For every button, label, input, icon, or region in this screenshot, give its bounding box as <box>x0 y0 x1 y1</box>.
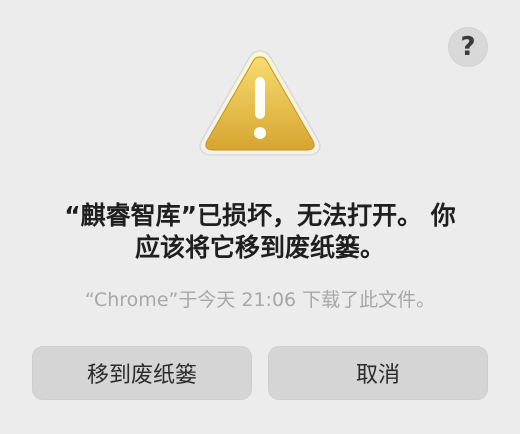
download-info-text: “Chrome”于今天 21:06 下载了此文件。 <box>84 289 436 311</box>
help-question-icon: ? <box>460 32 476 62</box>
damaged-app-alert-dialog: ? “麒睿智库”已损坏，无法打开。 你 应该将它移到废纸篓。 “Chrome”于… <box>0 0 520 434</box>
warning-triangle-icon <box>199 50 321 156</box>
cancel-button[interactable]: 取消 <box>268 346 488 400</box>
alert-title-line-1: “麒睿智库”已损坏，无法打开。 你 <box>64 201 456 230</box>
move-to-trash-label: 移到废纸篓 <box>86 363 197 388</box>
alert-title-line-2: 应该将它移到废纸篓。 <box>134 233 385 262</box>
move-to-trash-button[interactable]: 移到废纸篓 <box>32 346 252 400</box>
cancel-label: 取消 <box>355 363 400 388</box>
help-button[interactable]: ? <box>448 27 488 67</box>
alert-title: “麒睿智库”已损坏，无法打开。 你 应该将它移到废纸篓。 <box>0 200 520 264</box>
